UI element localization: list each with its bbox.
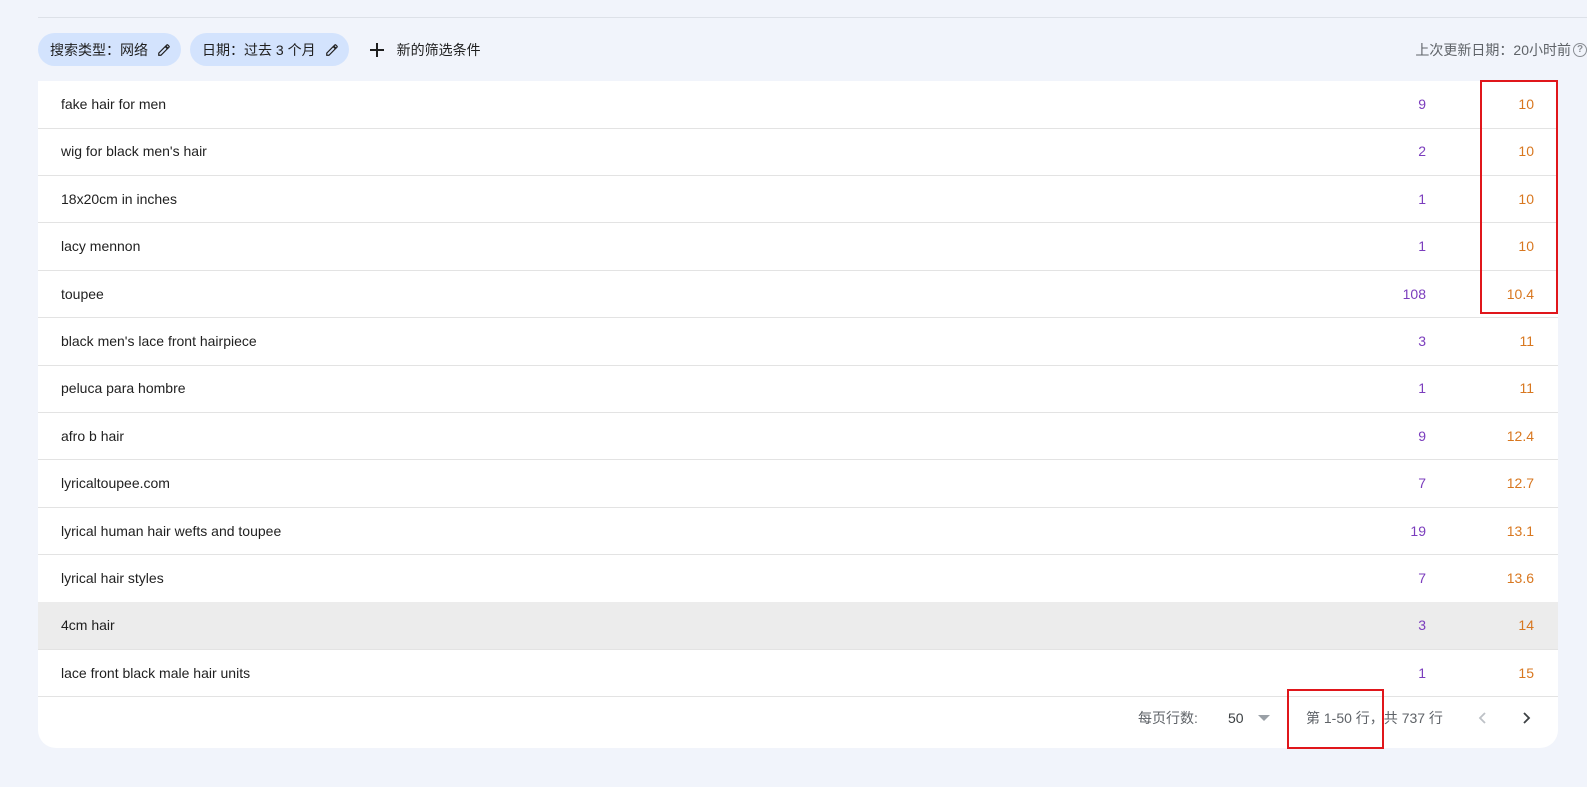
position-cell: 15 xyxy=(1518,664,1534,681)
clicks-cell: 1 xyxy=(1418,664,1426,681)
add-filter-button[interactable]: 新的筛选条件 xyxy=(369,40,481,60)
chevron-right-icon xyxy=(1523,712,1531,724)
clicks-cell: 7 xyxy=(1418,475,1426,492)
pencil-icon xyxy=(158,43,170,56)
table-row[interactable]: fake hair for men 9 10 xyxy=(38,81,1558,129)
table-row[interactable]: wig for black men's hair 2 10 xyxy=(38,128,1558,176)
position-cell: 11 xyxy=(1519,333,1534,349)
clicks-cell: 1 xyxy=(1418,190,1426,207)
position-cell: 12.7 xyxy=(1506,475,1534,492)
clicks-cell: 9 xyxy=(1418,96,1426,112)
table-row[interactable]: peluca para hombre 1 11 xyxy=(38,365,1558,413)
query-cell: afro b hair xyxy=(61,427,125,444)
table-row[interactable]: 18x20cm in inches 1 10 xyxy=(38,176,1558,224)
add-filter-label: 新的筛选条件 xyxy=(396,41,481,58)
position-cell: 14 xyxy=(1518,617,1534,634)
position-cell: 13.1 xyxy=(1506,522,1534,539)
top-divider xyxy=(38,17,1587,18)
query-cell: black men's lace front hairpiece xyxy=(61,333,257,349)
rows-per-page-value: 50 xyxy=(1228,710,1244,726)
clicks-cell: 3 xyxy=(1418,617,1426,634)
annotation-box-position-column xyxy=(1480,80,1558,314)
clicks-cell: 9 xyxy=(1418,427,1426,444)
query-cell: lyrical human hair wefts and toupee xyxy=(61,522,282,539)
table-row[interactable]: black men's lace front hairpiece 3 11 xyxy=(38,318,1558,366)
plus-icon xyxy=(369,42,384,57)
date-filter-label: 日期：过去 3 个月 xyxy=(202,41,316,58)
position-cell: 11 xyxy=(1519,380,1534,397)
table-row[interactable]: lyrical human hair wefts and toupee 19 13.… xyxy=(38,508,1558,556)
help-circle-icon[interactable]: ? xyxy=(1573,42,1587,57)
search-type-filter-label: 搜索类型：网络 xyxy=(50,41,148,58)
clicks-cell: 1 xyxy=(1418,380,1426,397)
annotation-box-pagination-range xyxy=(1287,689,1384,749)
next-page-button[interactable] xyxy=(1512,704,1540,732)
table-row[interactable]: afro b hair 9 12.4 xyxy=(38,413,1558,461)
query-cell: peluca para hombre xyxy=(61,380,186,397)
query-cell: 18x20cm in inches xyxy=(61,190,177,207)
table-row[interactable]: 4cm hair 3 14 xyxy=(38,602,1558,650)
clicks-cell: 19 xyxy=(1410,522,1426,539)
clicks-cell: 2 xyxy=(1418,143,1426,160)
rows-per-page-label: 每页行数: xyxy=(1138,710,1198,726)
position-cell: 13.6 xyxy=(1506,570,1534,586)
clicks-cell: 108 xyxy=(1402,285,1426,302)
queries-table: fake hair for men 9 10 wig for black men's … xyxy=(38,81,1558,748)
query-cell: fake hair for men xyxy=(61,96,167,112)
clicks-cell: 3 xyxy=(1418,333,1426,349)
pencil-icon xyxy=(325,43,338,56)
clicks-cell: 7 xyxy=(1418,570,1426,586)
position-cell: 12.4 xyxy=(1506,427,1534,444)
chevron-left-icon xyxy=(1478,712,1486,724)
last-updated-status: 上次更新日期：20小时前 ? xyxy=(1415,33,1587,66)
table-row[interactable]: lyrical hair styles 7 13.6 xyxy=(38,555,1558,603)
query-cell: wig for black men's hair xyxy=(61,143,207,160)
search-type-filter-chip[interactable]: 搜索类型：网络 xyxy=(38,33,181,66)
filter-bar: 搜索类型：网络 日期：过去 3 个月 新的筛选条件 上次更新日期：20小时前 ? xyxy=(38,33,1587,66)
last-updated-text: 上次更新日期：20小时前 xyxy=(1415,41,1571,58)
date-filter-chip[interactable]: 日期：过去 3 个月 xyxy=(190,33,349,66)
query-cell: lacy mennon xyxy=(61,238,141,255)
table-row[interactable]: lacy mennon 1 10 xyxy=(38,223,1558,271)
query-cell: toupee xyxy=(61,285,104,302)
rows-per-page-select[interactable]: 50 xyxy=(1228,691,1276,745)
previous-page-button[interactable] xyxy=(1469,704,1497,732)
query-cell: 4cm hair xyxy=(61,617,115,634)
table-row[interactable]: toupee 108 10.4 xyxy=(38,271,1558,319)
table-row[interactable]: lyricaltoupee.com 7 12.7 xyxy=(38,460,1558,508)
query-cell: lace front black male hair units xyxy=(61,664,251,681)
caret-down-icon xyxy=(1257,715,1270,721)
clicks-cell: 1 xyxy=(1418,238,1426,255)
query-cell: lyricaltoupee.com xyxy=(61,475,170,492)
query-cell: lyrical hair styles xyxy=(61,570,164,586)
